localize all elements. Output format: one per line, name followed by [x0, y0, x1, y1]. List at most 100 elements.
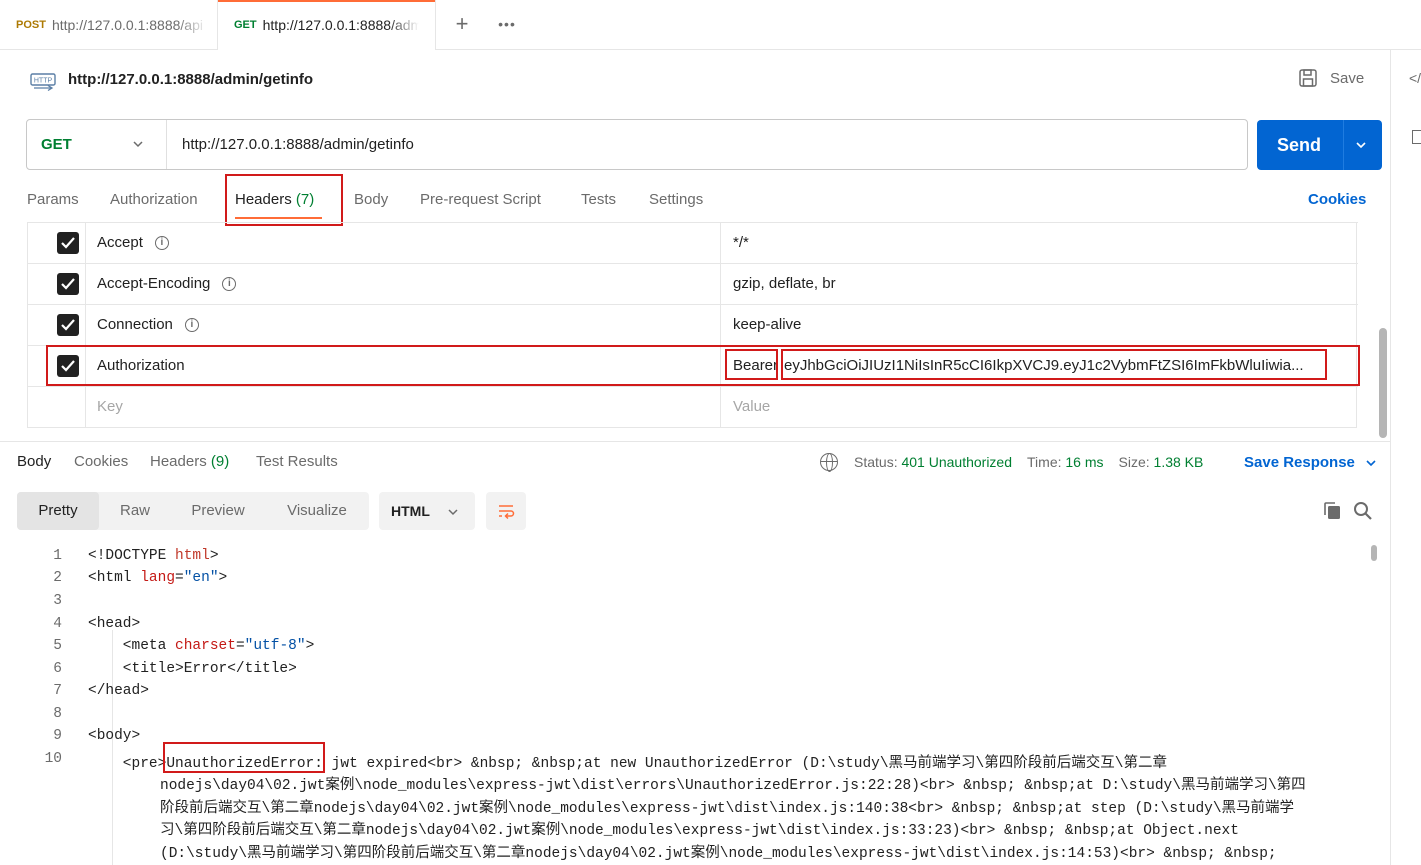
- checkbox[interactable]: [57, 273, 79, 295]
- plus-icon[interactable]: +: [450, 12, 474, 36]
- more-icon[interactable]: •••: [494, 12, 520, 36]
- line-number: 4: [53, 616, 62, 632]
- save-response-button[interactable]: Save Response: [1244, 454, 1377, 471]
- code-line: <head>: [88, 616, 141, 632]
- new-key-input[interactable]: Key: [97, 398, 123, 415]
- tab-response-headers[interactable]: Headers (9): [150, 453, 229, 470]
- send-label: Send: [1276, 135, 1321, 155]
- code-line: <body>: [88, 728, 141, 744]
- tab-response-body[interactable]: Body: [17, 453, 51, 470]
- chevron-down-icon[interactable]: [1355, 139, 1367, 151]
- url-bar: GET http://127.0.0.1:8888/admin/getinfo: [26, 119, 1248, 170]
- tab-authorization[interactable]: Authorization: [110, 191, 198, 208]
- code-token: =: [175, 570, 184, 586]
- info-icon[interactable]: i: [184, 317, 199, 332]
- column-divider: [720, 387, 721, 428]
- url-input[interactable]: http://127.0.0.1:8888/admin/getinfo: [182, 136, 414, 153]
- tab-url: http://127.0.0.1:8888/api: [51, 17, 203, 33]
- format-select[interactable]: HTML: [379, 492, 475, 530]
- view-visualize[interactable]: Visualize: [275, 492, 359, 530]
- tab-url: http://127.0.0.1:8888/adm: [262, 17, 419, 33]
- wrap-lines-button[interactable]: [486, 492, 526, 530]
- save-button[interactable]: Save: [1298, 68, 1364, 88]
- tab-response-cookies[interactable]: Cookies: [74, 453, 128, 470]
- header-key[interactable]: Accept-Encoding i: [97, 275, 237, 292]
- request-title[interactable]: http://127.0.0.1:8888/admin/getinfo: [68, 71, 313, 88]
- view-pretty[interactable]: Pretty: [17, 492, 99, 530]
- size-label: Size:: [1118, 454, 1150, 470]
- tab-tests[interactable]: Tests: [581, 191, 616, 208]
- checkbox[interactable]: [57, 232, 79, 254]
- row-check-cell: [28, 223, 86, 264]
- tab-params[interactable]: Params: [27, 191, 79, 208]
- header-key-text: Connection: [97, 316, 173, 333]
- code-token: >: [305, 638, 315, 654]
- svg-text:HTTP: HTTP: [34, 78, 53, 85]
- header-key-text: Accept: [97, 234, 143, 251]
- code-token: lang: [140, 570, 176, 586]
- cookies-link[interactable]: Cookies: [1308, 191, 1366, 208]
- code-line: </head>: [88, 683, 149, 699]
- headers-table: Accept i */* Accept-Encoding i gzip, defla…: [27, 222, 1358, 428]
- code-icon[interactable]: </: [1409, 70, 1421, 86]
- code-token: "utf-8": [244, 638, 306, 654]
- save-icon: [1299, 69, 1317, 87]
- http-icon: HTTP: [30, 73, 56, 92]
- header-key[interactable]: Accept i: [97, 234, 169, 251]
- globe-icon[interactable]: [820, 453, 838, 472]
- method-select[interactable]: GET: [27, 120, 167, 169]
- new-value-input[interactable]: Value: [733, 398, 770, 415]
- document-icon[interactable]: [1412, 130, 1421, 144]
- response-code: 1 2 3 4 5 6 7 8 9 10 <!DOCTYPE html> <ht…: [0, 545, 1370, 865]
- table-row: Accept-Encoding i gzip, deflate, br: [28, 263, 1358, 305]
- tab-settings[interactable]: Settings: [649, 191, 703, 208]
- code-token: >: [218, 570, 228, 586]
- check-icon: [61, 319, 75, 331]
- copy-icon[interactable]: [1322, 501, 1342, 521]
- highlight-box: [781, 349, 1327, 380]
- checkbox[interactable]: [57, 314, 79, 336]
- header-value[interactable]: */*: [733, 234, 749, 251]
- request-tabs: Params Authorization Headers (7) Body Pr…: [0, 174, 1390, 226]
- scrollbar[interactable]: [1379, 328, 1387, 438]
- table-row: Connection i keep-alive: [28, 304, 1358, 346]
- status-value[interactable]: 401 Unauthorized: [901, 454, 1012, 470]
- response-tabs: Body Cookies Headers (9) Test Results St…: [0, 442, 1390, 482]
- request-tab-post[interactable]: POST http://127.0.0.1:8888/api: [0, 0, 218, 50]
- right-sidebar: </: [1390, 50, 1421, 865]
- header-key-text: Accept-Encoding: [97, 275, 211, 292]
- code-line: <title>Error</title>: [88, 661, 297, 677]
- request-tab-get[interactable]: GET http://127.0.0.1:8888/adm: [218, 0, 436, 50]
- code-token: "en": [183, 570, 219, 586]
- check-icon: [61, 278, 75, 290]
- save-label: Save: [1330, 69, 1365, 87]
- table-row: Accept i */*: [28, 222, 1358, 264]
- header-key[interactable]: Connection i: [97, 316, 199, 333]
- tab-bar: POST http://127.0.0.1:8888/api GET http:…: [0, 0, 1421, 50]
- tab-response-headers-count: (9): [210, 453, 230, 470]
- chevron-down-icon: [1366, 459, 1376, 466]
- method-value: GET: [41, 136, 72, 153]
- search-icon[interactable]: [1353, 501, 1373, 521]
- scrollbar[interactable]: [1371, 545, 1377, 561]
- time-value[interactable]: 16 ms: [1065, 454, 1103, 470]
- line-number: 7: [53, 683, 62, 699]
- header-value[interactable]: keep-alive: [733, 316, 801, 333]
- view-preview[interactable]: Preview: [177, 492, 259, 530]
- row-check-cell: [28, 387, 86, 428]
- send-button[interactable]: Send: [1257, 120, 1382, 170]
- tab-test-results[interactable]: Test Results: [256, 453, 338, 470]
- line-number: 3: [53, 593, 62, 609]
- info-icon[interactable]: i: [222, 276, 237, 291]
- tab-prerequest-script[interactable]: Pre-request Script: [420, 191, 541, 208]
- view-raw[interactable]: Raw: [105, 492, 165, 530]
- header-value[interactable]: gzip, deflate, br: [733, 275, 836, 292]
- code-token: <html: [88, 570, 141, 586]
- line-number: 10: [44, 751, 62, 767]
- code-token: =: [235, 638, 245, 654]
- tab-body[interactable]: Body: [354, 191, 388, 208]
- size-value[interactable]: 1.38 KB: [1154, 454, 1204, 470]
- send-divider: [1343, 120, 1344, 170]
- info-icon[interactable]: i: [154, 235, 169, 250]
- line-number: 6: [53, 661, 62, 677]
